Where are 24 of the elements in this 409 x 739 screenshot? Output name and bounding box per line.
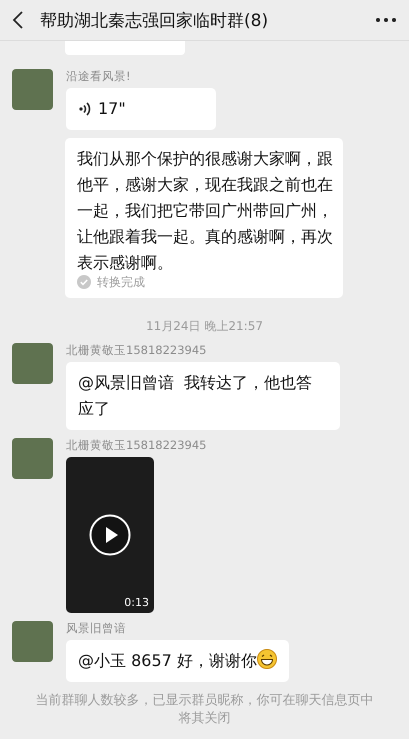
play-icon[interactable] (89, 514, 131, 556)
chat-title: 帮助湖北秦志强回家临时群(8) (40, 10, 270, 32)
sound-wave-icon (78, 101, 92, 117)
more-icon[interactable] (375, 17, 397, 23)
avatar-photo-placeholder[interactable] (12, 343, 53, 384)
message-bubble[interactable]: @风景旧曾谙 我转达了，他也答应了 (66, 362, 340, 430)
grin-face-icon (256, 649, 277, 669)
message-bubble[interactable]: @小玉 8657 好，谢谢你 (66, 640, 289, 682)
check-circle-icon (77, 275, 91, 289)
sender-name: 北栅黄敬玉15818223945 (66, 343, 208, 358)
avatar-photo-placeholder[interactable] (12, 621, 53, 662)
voice-message[interactable]: 17" (66, 88, 216, 130)
message-bubble[interactable] (65, 41, 185, 55)
transcript-text: 我们从那个保护的很感谢大家啊，跟他平，感谢大家，现在我跟之前也在一起，我们把它带回广州带回广州，让他跟着我一起。真的感谢啊，再次表示感谢啊。 (77, 148, 333, 274)
video-thumbnail[interactable]: 0:13 (66, 457, 154, 613)
timestamp: 11月24日 晚上21:57 (146, 318, 263, 335)
video-duration: 0:13 (124, 596, 149, 609)
sender-name: 沿途看风景! (66, 69, 132, 84)
sender-name: 风景旧曾谙 (66, 621, 127, 636)
sender-name: 北栅黄敬玉15818223945 (66, 438, 206, 453)
avatar-photo-placeholder[interactable] (12, 69, 53, 110)
avatar-photo-placeholder[interactable] (12, 438, 53, 479)
transcript-status: 转换完成 (97, 274, 145, 290)
group-notice: 当前群聊人数较多，已显示群员昵称，你可在聊天信息页中将其关闭 (34, 692, 374, 728)
